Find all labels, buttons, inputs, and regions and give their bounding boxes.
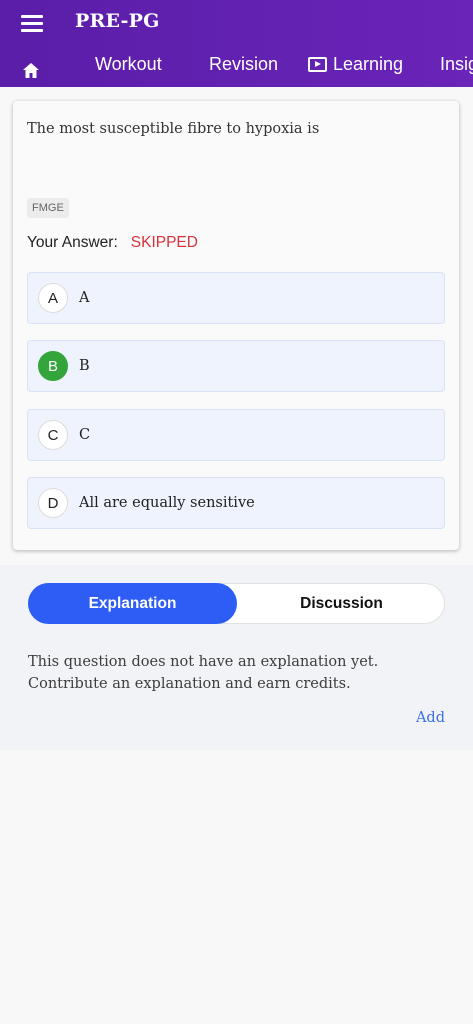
option-letter-badge: D [38, 488, 68, 518]
add-explanation-link[interactable]: Add [416, 710, 445, 726]
exam-tag: FMGE [27, 198, 69, 218]
tab-learning[interactable]: Learning [308, 49, 403, 79]
home-icon[interactable] [22, 55, 40, 85]
no-explanation-message: This question does not have an explanati… [28, 654, 379, 692]
option-letter-badge: A [38, 283, 68, 313]
option-a[interactable]: A A [27, 272, 445, 324]
option-text: B [79, 358, 90, 374]
option-b[interactable]: B B [27, 340, 445, 392]
option-text: All are equally sensitive [79, 495, 255, 511]
tab-workout[interactable]: Workout [95, 49, 162, 79]
option-text: A [79, 290, 90, 306]
app-bar: PRE-PG Workout Revision Learning Insig [0, 0, 473, 87]
explanation-section: Explanation Discussion This question doe… [0, 565, 473, 750]
option-d[interactable]: D All are equally sensitive [27, 477, 445, 529]
discussion-tab-button[interactable]: Discussion [237, 583, 446, 624]
top-nav-tabs: Workout Revision Learning Insig [0, 49, 473, 79]
play-tv-icon [308, 56, 327, 72]
option-letter-badge-correct: B [38, 351, 68, 381]
hamburger-menu-icon[interactable] [21, 15, 43, 32]
option-c[interactable]: C C [27, 409, 445, 461]
explanation-tab-button[interactable]: Explanation [28, 583, 237, 624]
option-text: C [79, 427, 91, 443]
question-text: The most susceptible fibre to hypoxia is [27, 121, 320, 137]
option-letter-badge: C [38, 420, 68, 450]
your-answer-row: Your Answer: SKIPPED [27, 234, 198, 252]
your-answer-label: Your Answer: [27, 234, 118, 251]
app-title: PRE-PG [75, 10, 160, 32]
your-answer-status: SKIPPED [130, 234, 198, 251]
explanation-discussion-toggle: Explanation Discussion [28, 583, 445, 624]
tab-revision[interactable]: Revision [209, 49, 278, 79]
tab-insights[interactable]: Insig [440, 49, 473, 79]
question-card: The most susceptible fibre to hypoxia is… [13, 101, 459, 550]
tab-learning-label: Learning [333, 53, 404, 74]
